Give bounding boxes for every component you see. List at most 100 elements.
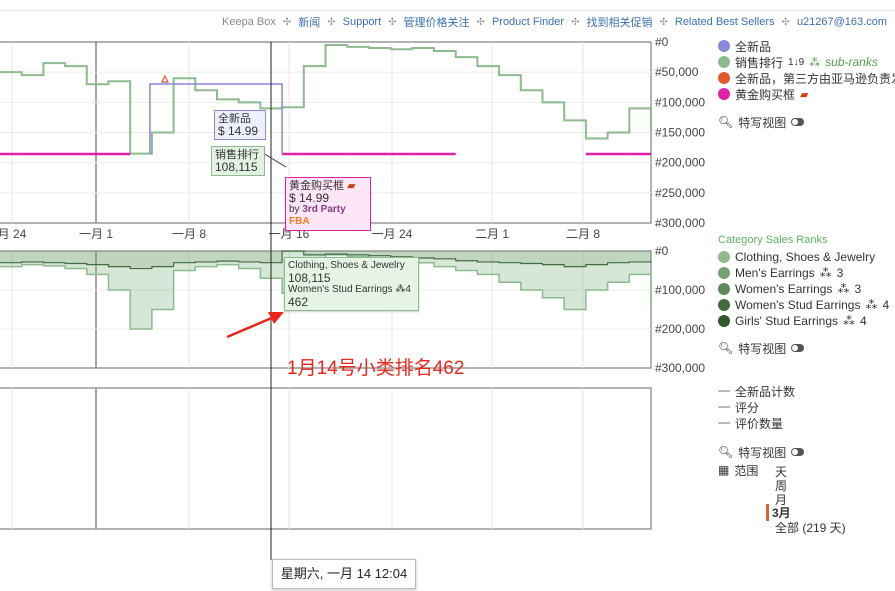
y-tick-label: #250,000 <box>655 186 705 200</box>
x-tick-label: 一月 1 <box>79 227 113 241</box>
legend-label: 全新品，第三方由亚马逊负责发 <box>735 71 895 86</box>
sub-ranks-label[interactable]: sub-ranks <box>825 55 878 69</box>
tooltip-category-rank: 108,115 <box>288 271 331 285</box>
legend-label: 销售排行 <box>735 55 784 70</box>
legend-label: Women's Stud Earrings <box>735 298 861 312</box>
y-tick-label: #0 <box>655 35 669 49</box>
legend-item-category[interactable]: Women's Earrings ⁂ 3 <box>718 281 861 297</box>
tooltip-value: $ 14.99 <box>218 124 259 138</box>
legend-item-category[interactable]: Clothing, Shoes & Jewelry <box>718 249 875 265</box>
tooltip-value: $ 14.99 <box>289 191 330 205</box>
search-icon: 🔍︎ <box>718 445 734 459</box>
level-number: 3 <box>854 282 862 296</box>
legend-label: 评价数量 <box>735 416 784 431</box>
tooltip-category-ranks: Clothing, Shoes & Jewelry 108,115 Women'… <box>284 257 419 311</box>
close-view-label: 特写视图 <box>738 115 787 130</box>
legend-dot-icon <box>718 88 730 100</box>
legend-item-buybox[interactable]: 黄金购买框 ▰ <box>718 86 808 102</box>
truck-icon: ▰ <box>800 88 809 101</box>
hierarchy-icon: ⁂ <box>809 56 821 69</box>
legend-item-category[interactable]: Men's Earrings ⁂ 3 <box>718 265 843 281</box>
x-tick-label: 月 24 <box>0 227 27 241</box>
close-view-toggle[interactable]: 🔍︎ 特写视图 <box>718 114 805 130</box>
truck-icon: ▰ <box>347 180 356 192</box>
legend-item-review-count[interactable]: 评价数量 <box>718 415 783 431</box>
toggle-icon[interactable] <box>791 344 805 352</box>
legend-item-new-count[interactable]: 全新品计数 <box>718 383 795 399</box>
tooltip-value: 108,115 <box>215 160 258 174</box>
seller-name: 3rd Party <box>302 204 346 215</box>
search-icon: 🔍︎ <box>718 115 734 129</box>
hierarchy-icon: ⁂ <box>837 282 850 296</box>
legend-dot-icon <box>718 315 730 327</box>
level-number: 4 <box>882 298 890 312</box>
category-rank-legend: Category Sales Ranks Clothing, Shoes & J… <box>718 232 895 362</box>
x-tick-label: 二月 8 <box>566 227 600 241</box>
legend-item-sales-rank[interactable]: 销售排行 1↓9 ⁂ sub-ranks <box>718 54 878 70</box>
hierarchy-icon: ⁂ <box>843 314 855 328</box>
level-number: 4 <box>860 314 867 328</box>
legend-item-rating[interactable]: 评分 <box>718 399 759 415</box>
level-number: 3 <box>836 266 844 280</box>
legend-item-new-fba[interactable]: 全新品，第三方由亚马逊负责发 <box>718 70 895 86</box>
close-view-toggle[interactable]: 🔍︎ 特写视图 <box>718 340 805 356</box>
y-tick-label: #100,000 <box>655 95 705 109</box>
annotation-text: 1月14号小类排名462 <box>287 358 465 379</box>
y-tick-label: #50,000 <box>655 65 699 79</box>
calendar-icon: ▦ <box>718 463 730 477</box>
hierarchy-icon: ⁂ <box>865 298 878 312</box>
y-tick-label: #0 <box>655 244 669 258</box>
legend-label: 全新品计数 <box>735 384 796 399</box>
range-label-row: ▦ 范围 <box>718 462 758 478</box>
level-number: 4 <box>405 284 411 295</box>
toggle-icon[interactable] <box>791 448 805 456</box>
legend-label: 全新品 <box>735 39 772 54</box>
x-tick-label: 一月 24 <box>372 227 413 241</box>
panel-3-frame <box>0 387 652 530</box>
range-label: 范围 <box>734 463 759 478</box>
y-tick-label: #300,000 <box>655 216 705 230</box>
legend-dot-icon <box>718 72 730 84</box>
legend-item-category[interactable]: Women's Stud Earrings ⁂ 4 <box>718 297 889 313</box>
legend-line-icon <box>718 390 730 392</box>
legend-dot-icon <box>718 56 730 68</box>
sales-rank-line <box>0 44 652 155</box>
legend-dot-icon <box>718 283 730 295</box>
search-icon: 🔍︎ <box>718 341 734 355</box>
x-tick-label: 二月 1 <box>475 227 509 241</box>
toggle-icon[interactable] <box>791 118 805 126</box>
close-view-label: 特写视图 <box>738 341 787 356</box>
legend-label: 黄金购买框 <box>735 87 796 102</box>
seller-prefix: by <box>289 204 300 215</box>
legend-dot-icon <box>718 267 730 279</box>
close-view-toggle[interactable]: 🔍︎ 特写视图 <box>718 444 805 460</box>
price-legend: 全新品 销售排行 1↓9 ⁂ sub-ranks 全新品，第三方由亚马逊负责发 … <box>718 38 895 138</box>
category-legend-title: Category Sales Ranks <box>718 234 828 246</box>
y-tick-label: #200,000 <box>655 322 705 336</box>
new-fba-price-marker <box>160 74 169 83</box>
legend-line-icon <box>718 406 730 408</box>
annotation-arrow-shaft <box>226 315 275 339</box>
legend-dot-icon <box>718 251 730 263</box>
legend-label: Men's Earrings <box>735 266 815 280</box>
fba-badge: FBA <box>289 216 310 227</box>
tooltip-subcategory-rank: 462 <box>288 295 309 309</box>
tooltip-new-price: 全新品 $ 14.99 <box>214 110 266 140</box>
range-option-all[interactable]: 全部 (219 天) <box>775 519 846 536</box>
count-legend: 全新品计数 评分 评价数量 🔍︎ 特写视图 ▦ 范围 天 周 月 3月 全部 (… <box>718 383 895 543</box>
legend-label: Women's Earrings <box>735 282 833 296</box>
tooltip-buybox: 黄金购买框 ▰ $ 14.99 by 3rd Party FBA <box>285 177 371 231</box>
legend-item-new[interactable]: 全新品 <box>718 38 771 54</box>
x-tick-label: 一月 8 <box>172 227 206 241</box>
sort-order-icon[interactable]: 1↓9 <box>788 57 804 68</box>
hierarchy-icon: ⁂ <box>395 284 406 295</box>
legend-line-icon <box>718 422 730 424</box>
legend-label: 评分 <box>735 400 760 415</box>
tooltip-subcategory-name: Women's Stud Earrings <box>288 284 393 295</box>
legend-item-category[interactable]: Girls' Stud Earrings ⁂ 4 <box>718 313 867 329</box>
y-tick-label: #200,000 <box>655 156 705 170</box>
y-tick-label: #100,000 <box>655 283 705 297</box>
legend-label: Girls' Stud Earrings <box>735 314 838 328</box>
y-tick-label: #150,000 <box>655 126 705 140</box>
legend-label: Clothing, Shoes & Jewelry <box>735 250 876 264</box>
